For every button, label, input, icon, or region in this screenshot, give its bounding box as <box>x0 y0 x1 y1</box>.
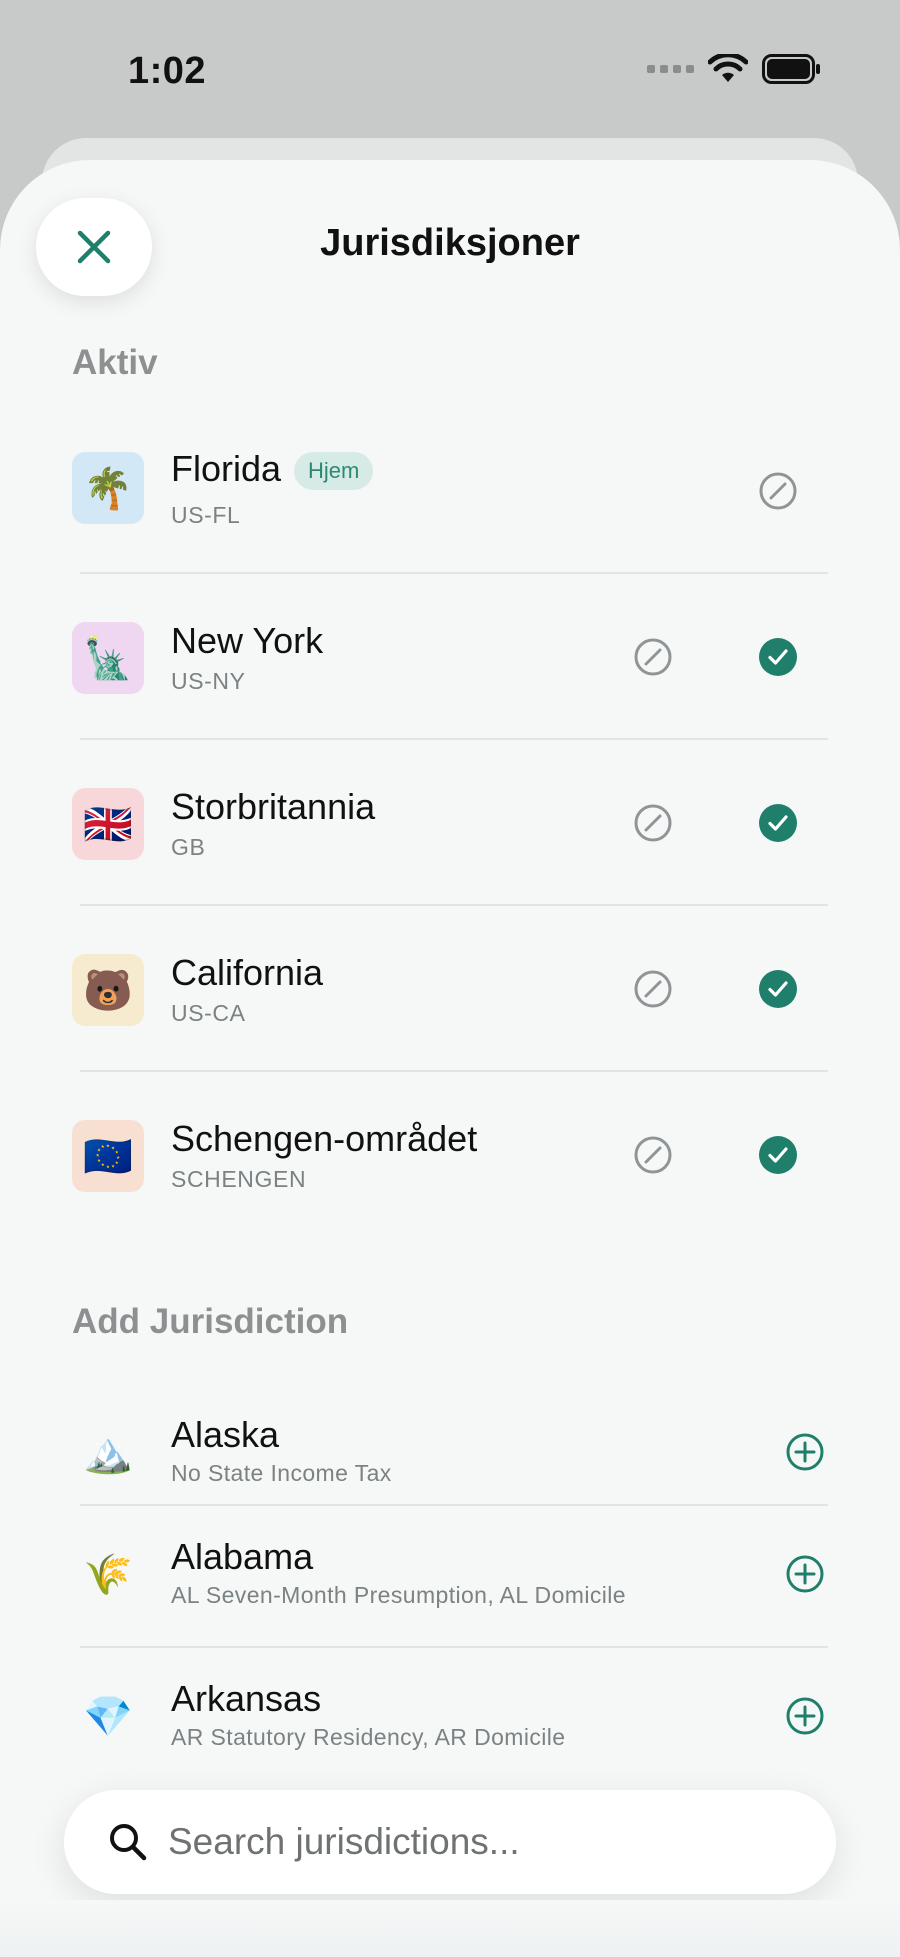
new-york-emoji-icon: 🗽 <box>72 622 144 694</box>
status-indicators <box>647 54 822 84</box>
active-row-new-york[interactable]: 🗽 New York US-NY <box>0 580 900 740</box>
row-code: US-NY <box>171 668 246 694</box>
check-circle-icon[interactable] <box>758 803 798 843</box>
bear-emoji-icon: 🐻 <box>72 954 144 1026</box>
row-name: California <box>171 952 324 993</box>
row-subtitle: No State Income Tax <box>171 1460 392 1486</box>
status-bar: 1:02 <box>0 0 900 140</box>
row-code: SCHENGEN <box>171 1166 307 1192</box>
eu-flag-icon: 🇪🇺 <box>72 1120 144 1192</box>
active-row-california[interactable]: 🐻 California US-CA <box>0 912 900 1072</box>
divider <box>80 904 828 906</box>
divider <box>80 1070 828 1072</box>
rice-emoji-icon: 🌾 <box>83 1552 133 1597</box>
row-code: US-CA <box>171 1000 246 1026</box>
jurisdictions-sheet: Jurisdiksjoner Aktiv 🌴 Florida Hjem US-F… <box>0 160 900 1957</box>
gem-emoji-icon: 💎 <box>83 1694 133 1739</box>
row-name: Alaska <box>171 1414 280 1455</box>
row-code: US-FL <box>171 502 241 528</box>
active-section-title: Aktiv <box>72 343 158 382</box>
check-circle-icon[interactable] <box>758 1135 798 1175</box>
search-icon <box>110 1824 147 1861</box>
bottom-fade <box>0 1900 900 1957</box>
row-name: Alabama <box>171 1536 314 1577</box>
plus-circle-icon[interactable] <box>785 1696 825 1736</box>
row-code: GB <box>171 834 206 860</box>
check-circle-icon[interactable] <box>758 637 798 677</box>
check-circle-icon[interactable] <box>758 969 798 1009</box>
edit-icon[interactable] <box>633 803 673 843</box>
divider <box>80 1504 828 1506</box>
florida-emoji-icon: 🌴 <box>72 452 144 524</box>
home-badge: Hjem <box>294 452 374 490</box>
active-row-schengen[interactable]: 🇪🇺 Schengen-området SCHENGEN <box>0 1078 900 1238</box>
add-row-alaska[interactable]: 🏔️ Alaska No State Income Tax <box>0 1390 900 1530</box>
plus-circle-icon[interactable] <box>785 1432 825 1472</box>
mountain-emoji-icon: 🏔️ <box>83 1430 133 1475</box>
edit-icon[interactable] <box>633 969 673 1009</box>
status-time: 1:02 <box>128 50 207 92</box>
signal-dots-icon <box>647 65 694 73</box>
wifi-icon <box>708 54 748 82</box>
active-row-florida[interactable]: 🌴 Florida Hjem US-FL <box>0 420 900 580</box>
search-bar[interactable] <box>64 1790 836 1894</box>
row-subtitle: AL Seven-Month Presumption, AL Domicile <box>171 1582 626 1608</box>
add-row-alabama[interactable]: 🌾 Alabama AL Seven-Month Presumption, AL… <box>0 1512 900 1652</box>
row-name: Schengen-området <box>171 1118 478 1159</box>
edit-icon[interactable] <box>633 1135 673 1175</box>
row-name: Arkansas <box>171 1678 322 1719</box>
row-subtitle: AR Statutory Residency, AR Domicile <box>171 1724 566 1750</box>
active-row-storbritannia[interactable]: 🇬🇧 Storbritannia GB <box>0 746 900 906</box>
sheet-title: Jurisdiksjoner <box>320 222 580 264</box>
edit-icon[interactable] <box>633 637 673 677</box>
battery-icon <box>762 54 820 84</box>
plus-circle-icon[interactable] <box>785 1554 825 1594</box>
divider <box>80 1646 828 1648</box>
edit-icon[interactable] <box>758 471 798 511</box>
add-section-title: Add Jurisdiction <box>72 1302 349 1341</box>
row-name: Storbritannia <box>171 786 376 827</box>
row-name: Florida <box>171 448 282 489</box>
search-input[interactable] <box>168 1821 788 1863</box>
divider <box>80 572 828 574</box>
row-name: New York <box>171 620 324 661</box>
add-row-arkansas[interactable]: 💎 Arkansas AR Statutory Residency, AR Do… <box>0 1654 900 1794</box>
gb-flag-icon: 🇬🇧 <box>72 788 144 860</box>
divider <box>80 738 828 740</box>
